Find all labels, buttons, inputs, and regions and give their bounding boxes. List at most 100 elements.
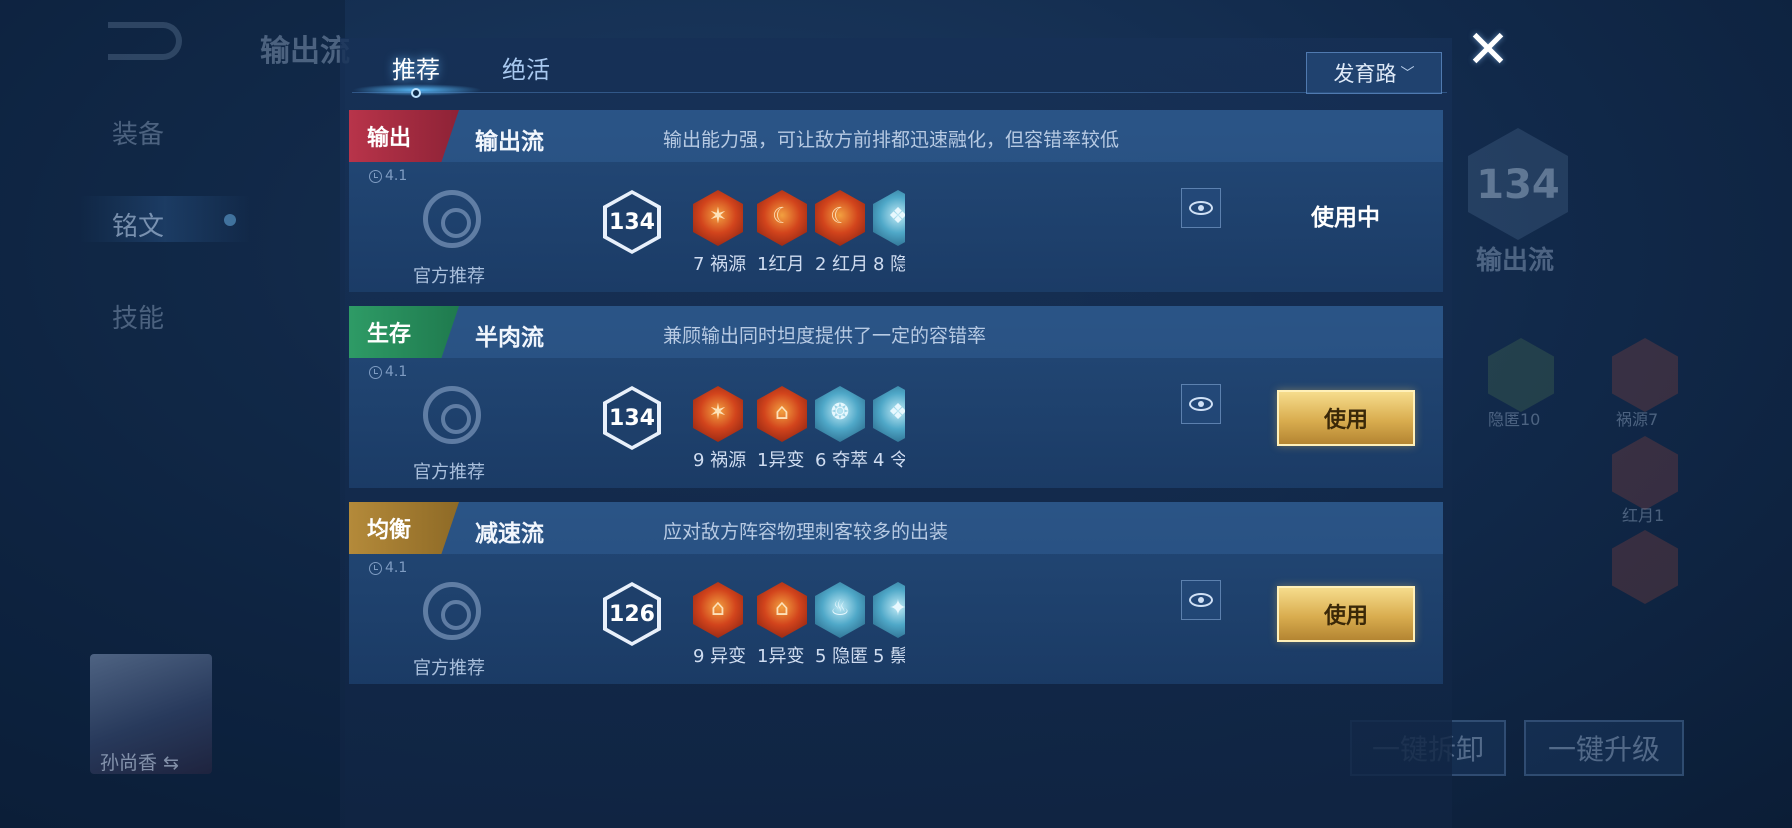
rune-glyph: ❂ [830,400,850,425]
hero-name-text: 孙尚香 [100,752,158,774]
background-rune-label: 祸源7 [1616,410,1659,429]
rune-label: 9 异变 [693,646,747,667]
official-recommend-label: 官方推荐 [413,266,485,287]
rune-item[interactable]: ⌂ 1异变 [757,582,809,682]
card-description: 输出能力强，可让敌方前排都迅速融化，但容错率较低 [663,129,1120,151]
rune-item[interactable]: ⌂ 1异变 [757,386,809,486]
rune-item[interactable]: ✶ 9 祸源 [693,386,747,486]
version-text: 4.1 [385,560,408,576]
inscription-level-value: 126 [607,586,657,642]
in-use-status: 使用中 [1311,205,1380,231]
use-button[interactable]: 使用 [1277,586,1415,642]
rune-list: ✶ 7 祸源 ☾ 1红月 ☾ 2 红月 ❖ 8 隐 [693,190,905,290]
chevron-down-icon: ﹀ [1400,66,1415,82]
card-description: 兼顾输出同时坦度提供了一定的容错率 [663,325,987,347]
inscription-level-value: 134 [607,194,657,250]
recommend-card: 生存 半肉流 兼顾输出同时坦度提供了一定的容错率 4.1 官方推荐 134 ✶ 9… [349,306,1443,488]
rune-label: 6 夺萃 [815,450,869,471]
card-version: 4.1 [369,560,407,576]
official-recommend-icon [423,582,481,640]
inscription-level-badge: 126 [603,582,661,646]
recommend-card: 输出 输出流 输出能力强，可让敌方前排都迅速融化，但容错率较低 4.1 官方推荐… [349,110,1443,292]
rune-list: ⌂ 9 异变 ⌂ 1异变 ♨ 5 隐匿 ✦ 5 鬃 [693,582,905,682]
card-tag: 输出 [349,110,459,162]
rune-label: 2 红月 [815,254,869,275]
side-menu-active-dot [224,214,236,226]
clock-icon [369,561,382,575]
close-icon[interactable]: ✕ [1462,24,1514,78]
rune-glyph: ⌂ [775,400,789,425]
preview-eye-button[interactable] [1181,188,1221,228]
official-recommend-label: 官方推荐 [413,462,485,483]
rune-glyph: ♨ [830,596,850,621]
use-button[interactable]: 使用 [1277,390,1415,446]
inscription-level-badge: 134 [603,386,661,450]
rune-glyph: ☾ [830,204,850,229]
rune-glyph: ✶ [708,400,728,425]
rune-glyph: ✦ [888,596,905,621]
card-version: 4.1 [369,168,407,184]
rune-item[interactable]: ☾ 1红月 [757,190,809,290]
rune-item[interactable]: ❖ 4 令 [873,386,905,486]
side-menu-skill[interactable]: 技能 [112,298,164,335]
side-menu-equipment[interactable]: 装备 [112,114,164,151]
eye-icon [1189,593,1213,607]
background-rune-label: 隐匿10 [1488,410,1541,429]
rune-item[interactable]: ♨ 5 隐匿 [815,582,869,682]
inscription-level-badge: 134 [603,190,661,254]
tab-recommend[interactable]: 推荐 [392,50,440,85]
back-arrow-icon[interactable] [108,22,182,60]
card-tag: 均衡 [349,502,459,554]
rune-item[interactable]: ❂ 6 夺萃 [815,386,869,486]
clock-icon [369,365,382,379]
rune-label: 9 祸源 [693,450,747,471]
card-name: 半肉流 [475,325,544,351]
hero-name: 孙尚香 ⇆ [100,752,179,774]
lane-dropdown-label: 发育路 [1333,62,1397,86]
recommend-card: 均衡 减速流 应对敌方阵容物理刺客较多的出装 4.1 官方推荐 126 ⌂ 9 异… [349,502,1443,684]
rune-label: 5 鬃 [873,646,905,667]
rune-label: 1异变 [757,646,805,667]
card-name: 减速流 [475,521,544,547]
card-name: 输出流 [475,129,544,155]
rune-label: 4 令 [873,450,905,471]
background-level-name: 输出流 [1476,246,1555,276]
rune-item[interactable]: ✶ 7 祸源 [693,190,747,290]
rune-label: 1异变 [757,450,805,471]
rune-label: 7 祸源 [693,254,747,275]
rune-glyph: ✶ [708,204,728,229]
rune-glyph: ❖ [888,204,905,229]
background-rune-label: 红月1 [1622,506,1665,525]
background-level-value: 134 [1476,162,1560,208]
background-upgrade-button[interactable]: 一键升级 [1524,720,1684,776]
rune-glyph: ❖ [888,400,905,425]
eye-icon [1189,201,1213,215]
tab-divider [352,92,1447,93]
background-title: 输出流 [260,34,350,69]
side-menu-inscription[interactable]: 铭文 [112,206,164,243]
rune-glyph: ⌂ [775,596,789,621]
clock-icon [369,169,382,183]
rune-label: 1红月 [757,254,805,275]
card-version: 4.1 [369,364,407,380]
rune-glyph: ⌂ [711,596,725,621]
rune-label: 5 隐匿 [815,646,869,667]
rune-label: 8 隐 [873,254,905,275]
lane-dropdown[interactable]: 发育路 ﹀ [1306,52,1442,94]
rune-item[interactable]: ⌂ 9 异变 [693,582,747,682]
eye-icon [1189,397,1213,411]
version-text: 4.1 [385,364,408,380]
preview-eye-button[interactable] [1181,384,1221,424]
preview-eye-button[interactable] [1181,580,1221,620]
official-recommend-icon [423,386,481,444]
tab-active-indicator [411,88,421,98]
official-recommend-icon [423,190,481,248]
rune-item[interactable]: ❖ 8 隐 [873,190,905,290]
card-description: 应对敌方阵容物理刺客较多的出装 [663,521,949,543]
rune-item[interactable]: ✦ 5 鬃 [873,582,905,682]
tab-specialty[interactable]: 绝活 [502,50,550,85]
rune-glyph: ☾ [772,204,792,229]
rune-list: ✶ 9 祸源 ⌂ 1异变 ❂ 6 夺萃 ❖ 4 令 [693,386,905,486]
official-recommend-label: 官方推荐 [413,658,485,679]
rune-item[interactable]: ☾ 2 红月 [815,190,869,290]
